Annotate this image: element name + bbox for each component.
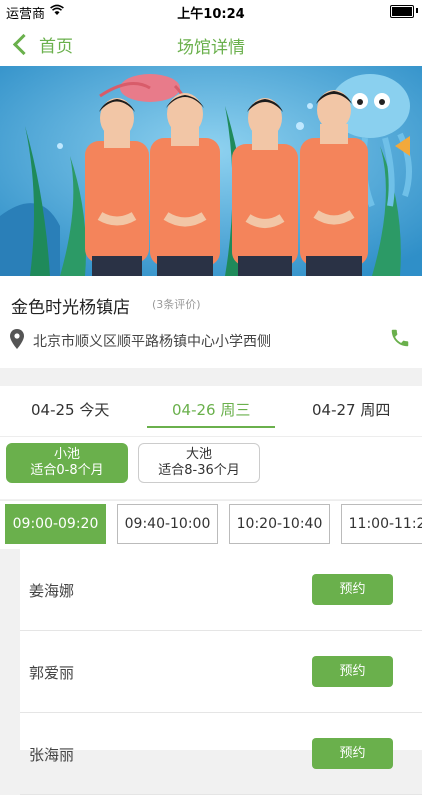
staff-photo-illustration	[0, 66, 422, 276]
battery-tip	[416, 8, 418, 13]
status-time: 上午10:24	[177, 7, 245, 22]
phone-icon[interactable]	[389, 327, 411, 349]
pool-small-name: 小池	[53, 447, 80, 462]
navigation-bar: 首页 场馆详情	[0, 22, 422, 67]
reserve-button[interactable]: 预约	[312, 656, 393, 687]
active-tab-indicator	[147, 426, 275, 428]
reserve-button[interactable]: 预约	[312, 738, 393, 769]
time-slot-1100[interactable]: 11:00-11:20	[341, 504, 422, 544]
pool-large-desc: 适合8-36个月	[158, 463, 240, 478]
coach-name: 张海丽	[29, 746, 75, 764]
coach-row: 姜海娜 预约	[20, 549, 422, 631]
venue-info: 金色时光杨镇店 (3条评价) 北京市顺义区顺平路杨镇中心小学西侧	[0, 276, 422, 368]
date-tabs: 04-25 今天 04-26 周三 04-27 周四	[0, 386, 422, 437]
page-title: 场馆详情	[177, 38, 245, 58]
pool-large-name: 大池	[185, 447, 212, 462]
coach-name: 郭爱丽	[29, 664, 75, 682]
venue-address: 北京市顺义区顺平路杨镇中心小学西侧	[33, 334, 271, 350]
review-count[interactable]: (3条评价)	[152, 296, 201, 312]
pool-small-desc: 适合0-8个月	[30, 463, 104, 478]
location-pin-icon	[10, 329, 24, 349]
coach-list: 姜海娜 预约 郭爱丽 预约 张海丽 预约	[20, 549, 422, 795]
battery-icon	[390, 5, 414, 18]
venue-photo	[0, 66, 422, 276]
tab-date-0425[interactable]: 04-25 今天	[31, 399, 109, 420]
time-slot-0900[interactable]: 09:00-09:20	[5, 504, 106, 544]
pool-large-button[interactable]: 大池 适合8-36个月	[138, 443, 260, 483]
pool-small-button[interactable]: 小池 适合0-8个月	[6, 443, 128, 483]
time-slot-1020[interactable]: 10:20-10:40	[229, 504, 330, 544]
time-slot-row[interactable]: 09:00-09:20 09:40-10:00 10:20-10:40 11:0…	[0, 500, 422, 549]
status-bar: 运营商 上午10:24	[0, 0, 422, 22]
pool-selector: 小池 适合0-8个月 大池 适合8-36个月	[0, 437, 422, 499]
coach-row: 张海丽 预约	[20, 713, 422, 795]
reserve-button[interactable]: 预约	[312, 574, 393, 605]
tab-date-0426[interactable]: 04-26 周三	[172, 399, 250, 420]
venue-name: 金色时光杨镇店	[11, 298, 130, 318]
tab-date-0427[interactable]: 04-27 周四	[312, 399, 390, 420]
coach-row: 郭爱丽 预约	[20, 631, 422, 713]
coach-name: 姜海娜	[29, 582, 75, 600]
time-slot-0940[interactable]: 09:40-10:00	[117, 504, 218, 544]
